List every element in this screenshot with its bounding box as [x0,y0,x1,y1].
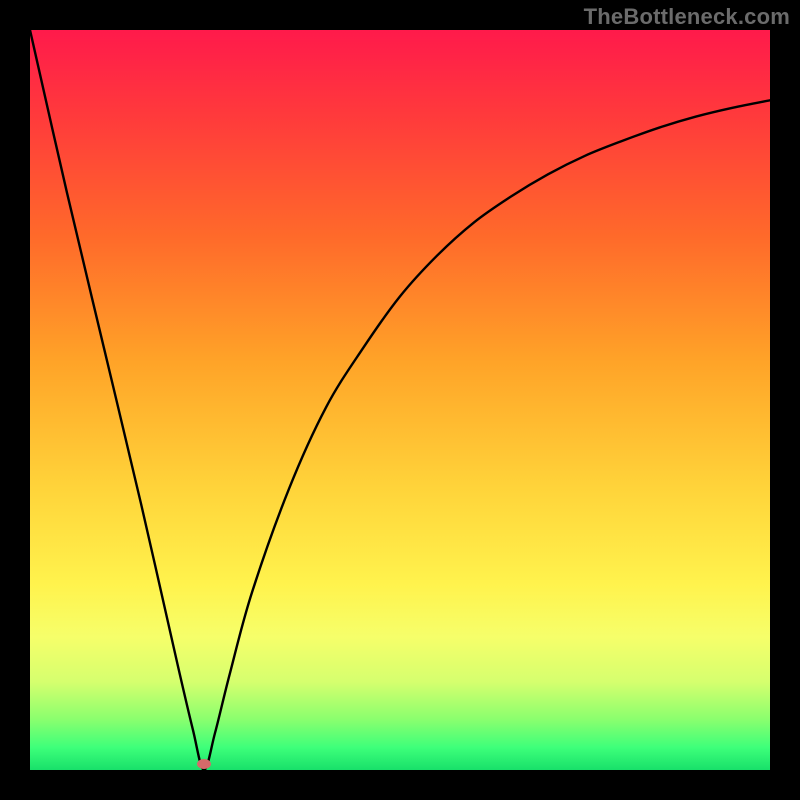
curve-line [30,30,770,770]
curve-path [30,30,770,770]
chart-frame: TheBottleneck.com [0,0,800,800]
bottleneck-marker [197,759,211,769]
watermark-text: TheBottleneck.com [584,4,790,30]
plot-area [30,30,770,770]
